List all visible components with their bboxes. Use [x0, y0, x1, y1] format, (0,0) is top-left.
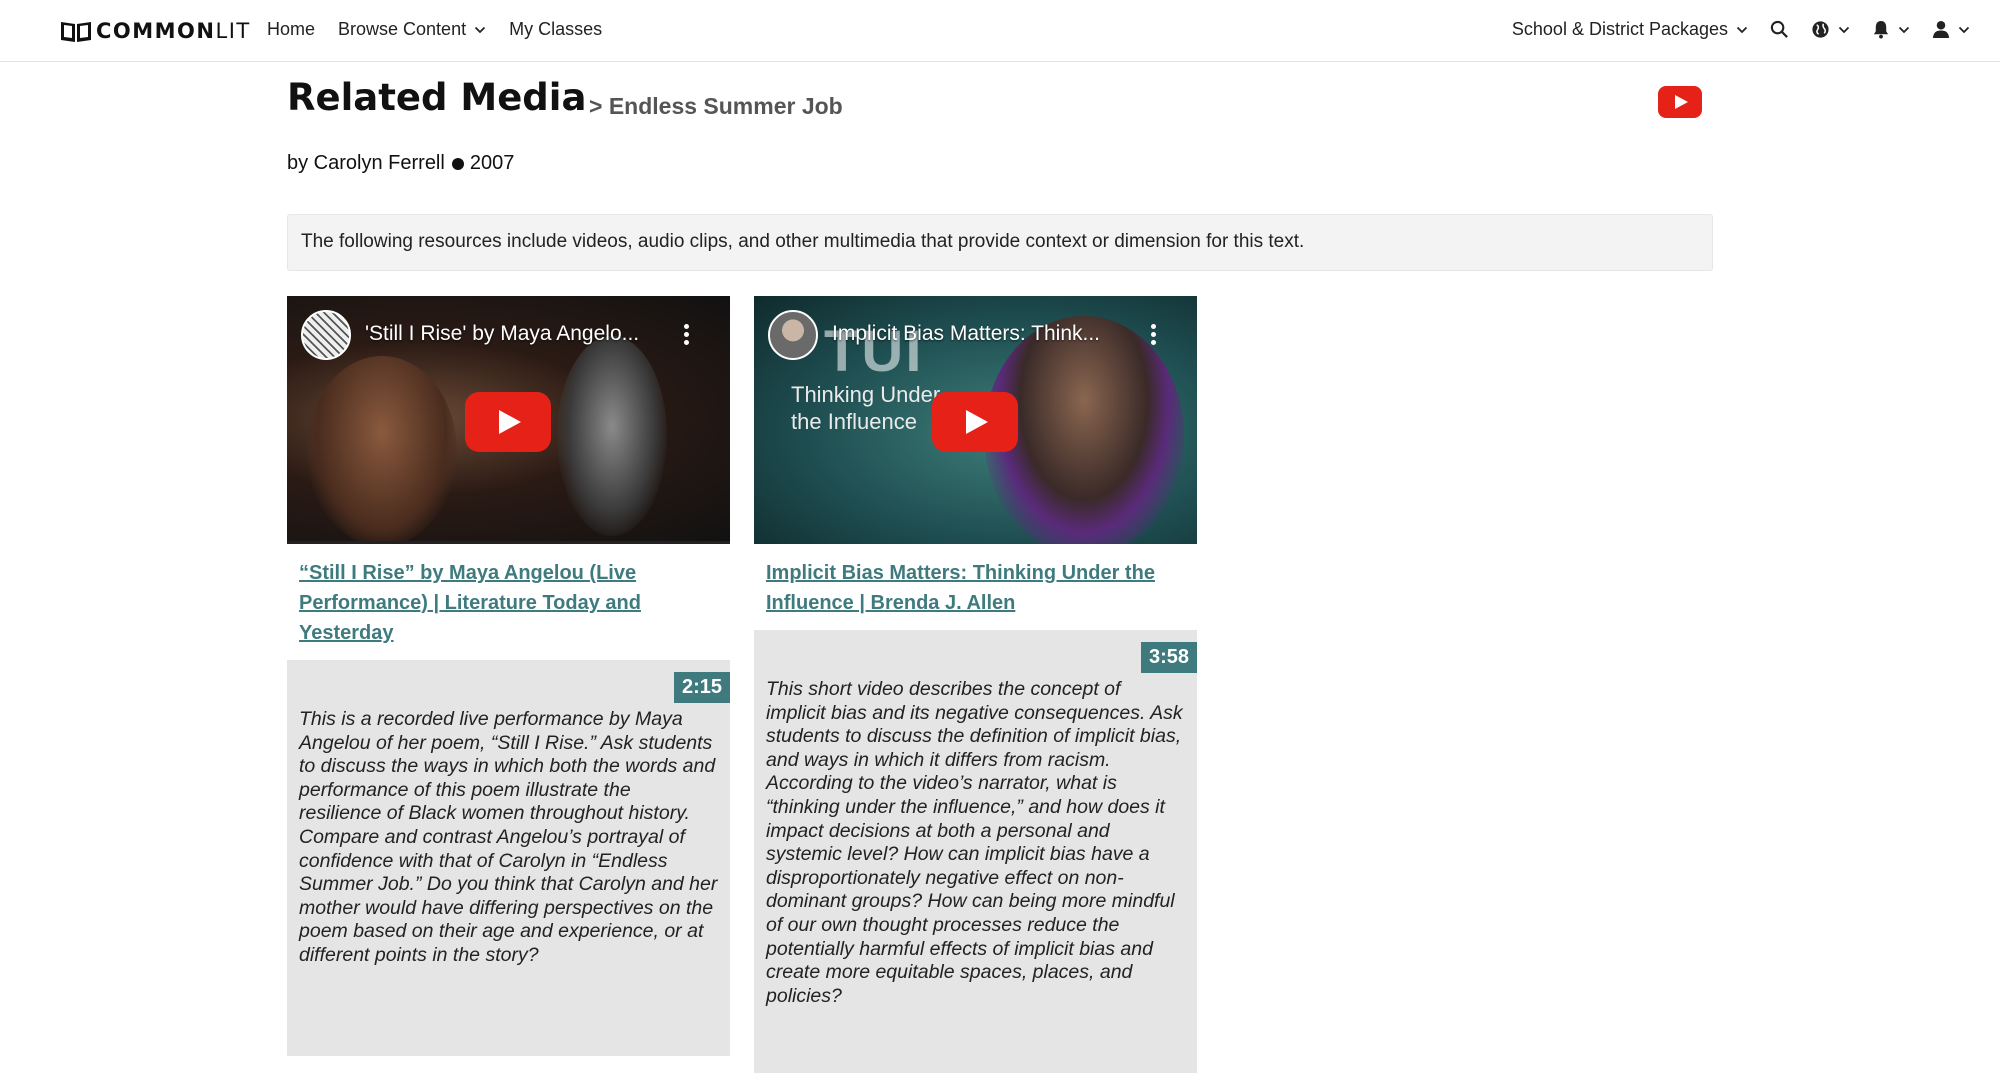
play-button-icon[interactable]	[932, 392, 1018, 452]
commonlit-logo[interactable]: COMMONLIT	[60, 18, 251, 44]
book-icon	[61, 22, 91, 42]
channel-avatar[interactable]	[768, 310, 818, 360]
chevron-down-icon	[1736, 26, 1748, 33]
video-overlay-title[interactable]: Implicit Bias Matters: Think...	[832, 322, 1100, 346]
more-options-icon[interactable]	[1151, 324, 1157, 346]
video-description: This is a recorded live performance by M…	[299, 708, 718, 966]
byline: by Carolyn Ferrell 2007	[287, 152, 514, 175]
duration-badge: 3:58	[1140, 642, 1197, 673]
nav-classes-label: My Classes	[509, 19, 603, 39]
search-button[interactable]	[1770, 20, 1789, 39]
chevron-down-icon	[1898, 26, 1910, 33]
video-card: TUI Thinking Under the Influence Implici…	[754, 296, 1197, 1073]
video-description-panel: 3:58 This short video describes the conc…	[754, 630, 1197, 1073]
video-title-link[interactable]: “Still I Rise” by Maya Angelou (Live Per…	[287, 558, 730, 648]
notifications-menu[interactable]	[1872, 20, 1910, 39]
video-thumbnail[interactable]: TUI Thinking Under the Influence Implici…	[754, 296, 1197, 544]
nav-my-classes[interactable]: My Classes	[509, 19, 602, 40]
publication-year: 2007	[469, 152, 515, 174]
intro-box: The following resources include videos, …	[287, 214, 1713, 271]
top-navbar: COMMONLIT Home Browse Content My Classes…	[0, 0, 2000, 62]
thumbnail-overlay-text: Thinking Under the Influence	[791, 382, 941, 434]
nav-packages[interactable]: School & District Packages	[1512, 19, 1748, 40]
performer-figure	[307, 356, 457, 541]
breadcrumb[interactable]: > Endless Summer Job	[589, 93, 843, 120]
video-thumbnail[interactable]: 'Still I Rise' by Maya Angelo...	[287, 296, 730, 544]
video-title-link[interactable]: Implicit Bias Matters: Thinking Under th…	[754, 558, 1197, 618]
video-description: This short video describes the concept o…	[766, 678, 1183, 1007]
channel-avatar[interactable]	[301, 310, 351, 360]
video-overlay-title[interactable]: 'Still I Rise' by Maya Angelo...	[365, 322, 639, 346]
nav-browse-content[interactable]: Browse Content	[338, 19, 486, 40]
chevron-down-icon	[474, 26, 486, 33]
more-options-icon[interactable]	[684, 324, 690, 346]
nav-browse-label: Browse Content	[338, 19, 467, 39]
user-icon	[1932, 20, 1950, 39]
page-title: Related Media	[287, 76, 587, 119]
logo-text-bold: COMMON	[96, 19, 216, 43]
author-name: by Carolyn Ferrell	[287, 152, 445, 174]
chevron-down-icon	[1838, 26, 1850, 33]
search-icon	[1770, 20, 1788, 38]
performer-figure	[557, 336, 667, 536]
nav-packages-label: School & District Packages	[1511, 19, 1728, 39]
duration-badge: 2:15	[673, 672, 730, 703]
video-description-panel: 2:15 This is a recorded live performance…	[287, 660, 730, 1056]
nav-home[interactable]: Home	[267, 19, 315, 40]
play-button-icon[interactable]	[465, 392, 551, 452]
user-menu[interactable]	[1932, 20, 1970, 39]
globe-icon	[1812, 21, 1829, 38]
bell-icon	[1873, 20, 1889, 39]
nav-home-label: Home	[267, 19, 316, 39]
logo-text-light: LIT	[215, 19, 251, 43]
video-card: 'Still I Rise' by Maya Angelo... “Still …	[287, 296, 730, 1056]
language-menu[interactable]	[1811, 20, 1850, 39]
chevron-down-icon	[1958, 26, 1970, 33]
youtube-icon[interactable]	[1658, 86, 1702, 123]
separator-dot	[451, 157, 464, 170]
